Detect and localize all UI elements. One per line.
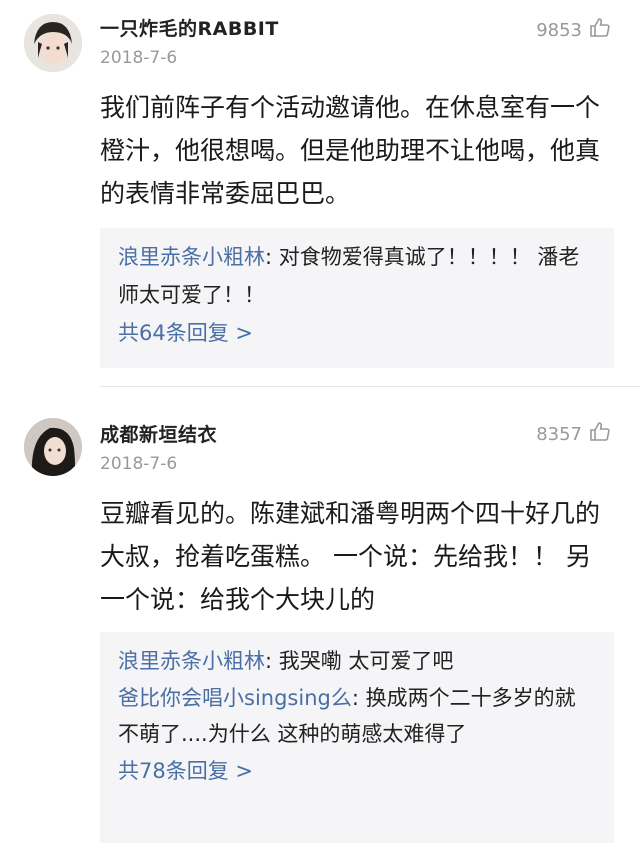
view-more-replies-link[interactable]: 共64条回复 >	[118, 314, 596, 352]
reply-item: 浪里赤条小粗林: 对食物爱得真诚了！！！！ 潘老师太可爱了！！	[118, 238, 596, 314]
like-button[interactable]: 9853	[536, 16, 612, 45]
like-count: 8357	[536, 424, 582, 445]
comment-item: 成都新垣结衣 2018-7-6 8357 豆瓣看见的。陈建斌和潘粤明两个四十好几…	[0, 400, 640, 843]
comment-text: 我们前阵子有个活动邀请他。在休息室有一个橙汁，他很想喝。但是他助理不让他喝，他真…	[100, 93, 601, 208]
reply-author[interactable]: 浪里赤条小粗林	[118, 649, 265, 673]
comment-text: 豆瓣看见的。陈建斌和潘粤明两个四十好几的大叔，抢着吃蛋糕。 一个说：先给我！！ …	[100, 499, 601, 614]
like-button[interactable]: 8357	[536, 420, 612, 449]
reply-item: 浪里赤条小粗林: 我哭嘞 太可爱了吧	[118, 642, 596, 680]
reply-box[interactable]: 浪里赤条小粗林: 对食物爱得真诚了！！！！ 潘老师太可爱了！！ 共64条回复 >	[100, 228, 614, 368]
avatar[interactable]	[24, 418, 82, 476]
avatar[interactable]	[24, 14, 82, 72]
reply-author[interactable]: 爸比你会唱小singsing么	[118, 686, 352, 710]
username[interactable]: 一只炸毛的RABBIT	[100, 14, 279, 41]
view-more-replies-link[interactable]: 共78条回复 >	[118, 752, 596, 790]
reply-item: 爸比你会唱小singsing么: 换成两个二十多岁的就不萌了....为什么 这种…	[118, 680, 596, 752]
like-count: 9853	[536, 20, 582, 41]
reply-author[interactable]: 浪里赤条小粗林	[118, 245, 265, 269]
reply-text: : 我哭嘞 太可爱了吧	[265, 649, 454, 673]
comment-item: 一只炸毛的RABBIT 2018-7-6 9853 我们前阵子有个活动邀请他。在…	[0, 0, 640, 385]
thumbs-up-icon	[588, 420, 612, 449]
comment-date: 2018-7-6	[100, 48, 178, 68]
reply-box[interactable]: 浪里赤条小粗林: 我哭嘞 太可爱了吧 爸比你会唱小singsing么: 换成两个…	[100, 632, 614, 843]
thumbs-up-icon	[588, 16, 612, 45]
username[interactable]: 成都新垣结衣	[100, 420, 217, 447]
comment-date: 2018-7-6	[100, 454, 178, 474]
divider	[100, 386, 640, 387]
